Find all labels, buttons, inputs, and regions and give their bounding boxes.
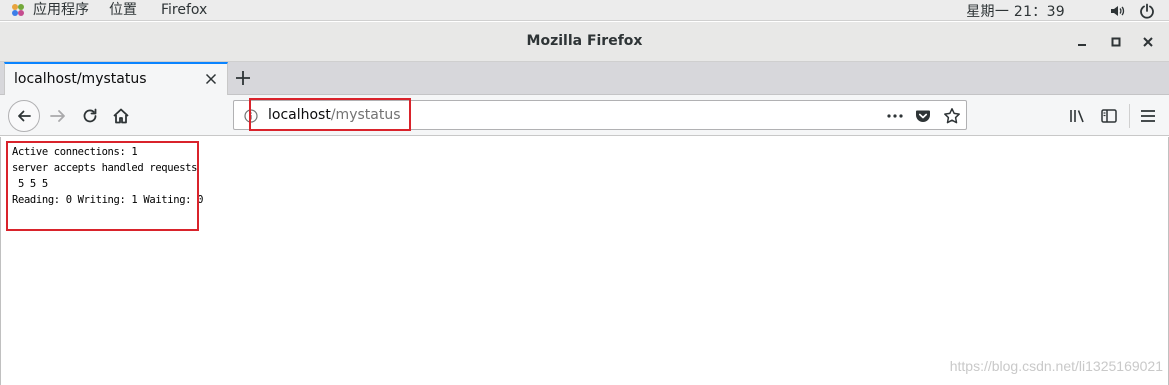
status-annotation-box [6,141,199,231]
bookmark-star-icon[interactable] [943,107,961,125]
places-label: 位置 [109,1,137,18]
places-menu[interactable]: 位置 [99,0,137,21]
minimize-button[interactable] [1072,32,1092,52]
new-tab-button[interactable] [234,69,252,87]
library-icon[interactable] [1068,107,1086,125]
volume-icon[interactable] [1109,3,1125,19]
navigation-toolbar: localhost/mystatus [0,95,1169,136]
system-top-bar: 应用程序 位置 Firefox 星期一 21：39 [0,0,1169,21]
home-button[interactable] [112,107,130,125]
applications-label: 应用程序 [33,1,89,18]
app-menu-label: Firefox [161,1,208,18]
close-window-button[interactable] [1138,32,1158,52]
sidebar-icon[interactable] [1100,107,1118,125]
tab-label: localhost/mystatus [14,71,147,87]
back-button[interactable] [8,100,40,132]
clock[interactable]: 星期一 21：39 [966,1,1065,21]
apps-icon [12,4,24,16]
window-titlebar[interactable]: Mozilla Firefox [0,22,1169,62]
window-title: Mozilla Firefox [526,33,643,49]
reload-button[interactable] [81,107,99,125]
menu-icon[interactable] [1139,107,1157,125]
power-icon[interactable] [1139,3,1155,19]
tab-strip: localhost/mystatus [0,62,1169,95]
app-menu[interactable]: Firefox [151,0,207,21]
applications-menu[interactable]: 应用程序 [0,0,89,21]
tab-localhost-mystatus[interactable]: localhost/mystatus [4,62,228,95]
forward-button[interactable] [49,107,67,125]
toolbar-separator [1129,104,1130,128]
arrow-left-icon [18,110,31,122]
maximize-button[interactable] [1106,32,1126,52]
watermark: https://blog.csdn.net/li1325169021 [949,358,1163,374]
close-tab-icon[interactable] [205,73,217,85]
url-annotation-box [249,98,411,131]
page-actions-icon[interactable] [886,108,904,124]
pocket-icon[interactable] [915,108,931,124]
